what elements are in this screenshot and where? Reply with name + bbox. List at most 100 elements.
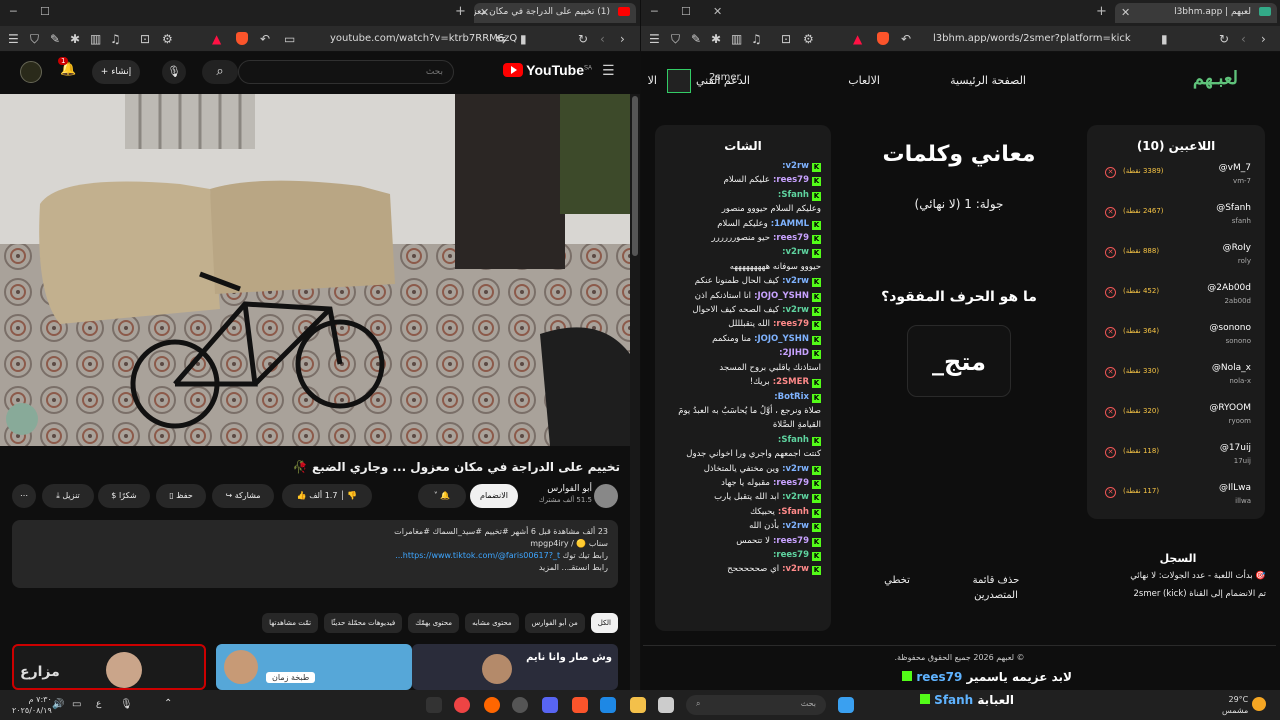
screenshot-icon[interactable]: ⊡ [140, 31, 150, 47]
chip-all[interactable]: الكل [590, 613, 618, 633]
network-icon[interactable]: ▭ [72, 699, 81, 710]
mic-tray-icon[interactable]: 🎙 [120, 699, 133, 710]
menu-icon[interactable]: ☰ [649, 31, 660, 47]
download-button[interactable]: تنزيل ⤓ [42, 484, 94, 508]
recommended-thumbnail[interactable]: مزارع [12, 644, 206, 690]
remove-player-icon[interactable]: ✕ [1105, 207, 1116, 218]
chat-username[interactable]: v2rw: [782, 464, 809, 474]
address-bar[interactable]: l3bhm.app/words/2smer?platform=kick [933, 30, 1131, 48]
player-handle[interactable]: @RoIy [1223, 243, 1251, 253]
youtube-logo[interactable]: YouTubeSA [503, 62, 592, 78]
close-tab-icon[interactable]: ✕ [1121, 6, 1130, 19]
menu-icon[interactable]: ☰ [8, 31, 19, 47]
notify-button[interactable]: 🔔 ˅ [418, 484, 466, 508]
store-icon[interactable] [600, 697, 616, 713]
taskbar-search[interactable]: بحث ⌕ [686, 695, 826, 715]
back-icon[interactable]: ‹ [1241, 31, 1246, 47]
new-tab-icon[interactable]: + [455, 4, 466, 19]
reload-back-icon[interactable]: ↶ [260, 31, 270, 47]
chat-username[interactable]: v2rw: [782, 161, 809, 171]
close-tab-icon[interactable]: ✕ [480, 6, 489, 19]
recommended-thumbnail[interactable]: وش صار وانا نايم [412, 644, 618, 690]
page-scrollbar[interactable] [630, 94, 640, 690]
chat-username[interactable]: rees79: [773, 536, 809, 546]
shield-outline-icon[interactable]: ⛉ [671, 31, 680, 47]
channel-info[interactable]: أبو الفوارس 51.5 ألف مشترك [539, 484, 592, 504]
discord-icon[interactable] [542, 697, 558, 713]
music-icon[interactable]: ♫ [110, 31, 121, 47]
sidebar-icon[interactable]: ▥ [90, 31, 101, 47]
tab-youtube[interactable]: (1) تخييم على الدراجة في مكان معزول ✕ [474, 3, 636, 23]
channel-avatar[interactable] [594, 484, 618, 508]
dislike-icon[interactable]: 👎 [347, 491, 357, 500]
recommended-thumbnail[interactable]: طبخة زمان [216, 644, 412, 690]
chat-username[interactable]: v2rw: [782, 492, 809, 502]
minimize-icon[interactable]: ─ [10, 5, 17, 18]
chat-username[interactable]: rees79: [773, 478, 809, 488]
video-player[interactable] [0, 94, 630, 446]
site-logo[interactable]: لعبـهم [1193, 68, 1238, 89]
player-handle[interactable]: @2Ab00d [1207, 283, 1251, 293]
new-tab-icon[interactable]: + [1096, 4, 1107, 19]
user-avatar[interactable] [667, 69, 691, 93]
windows-start-icon[interactable] [838, 697, 854, 713]
chat-username[interactable]: JOJO_YSHN: [754, 291, 809, 301]
task-view-icon[interactable] [658, 697, 674, 713]
bookmark-icon[interactable]: ▮ [520, 31, 527, 47]
chat-username[interactable]: JOJO_YSHN: [754, 334, 809, 344]
description-more[interactable]: رابط انستقـ... المزيد [22, 562, 608, 574]
chat-username[interactable]: 2SMER: [773, 377, 809, 387]
rewards-icon[interactable]: ▲ [212, 31, 221, 47]
chat-username[interactable]: v2rw: [782, 564, 809, 574]
nav-games[interactable]: الالعاب [848, 74, 880, 87]
remove-player-icon[interactable]: ✕ [1105, 407, 1116, 418]
close-window-icon[interactable]: ✕ [713, 5, 722, 18]
player-handle[interactable]: @sonono [1209, 323, 1251, 333]
thanks-button[interactable]: شكرًا $ [98, 484, 150, 508]
join-button[interactable]: الانضمام [470, 484, 518, 508]
chat-username[interactable]: BotRix: [774, 392, 809, 402]
remove-player-icon[interactable]: ✕ [1105, 367, 1116, 378]
screenshot-icon[interactable]: ⊡ [781, 31, 791, 47]
remove-player-icon[interactable]: ✕ [1105, 327, 1116, 338]
player-handle[interactable]: @Sfanh [1216, 203, 1251, 213]
nav-home[interactable]: الصفحة الرئيسية [950, 74, 1026, 87]
language-indicator[interactable]: ع [96, 699, 101, 709]
sidebar-icon[interactable]: ▥ [731, 31, 742, 47]
remove-player-icon[interactable]: ✕ [1105, 487, 1116, 498]
brave-shield-icon[interactable] [236, 32, 248, 45]
maximize-icon[interactable]: ☐ [40, 5, 50, 18]
extension-icon[interactable]: ⚙ [803, 31, 814, 47]
like-icon[interactable]: 👍 [297, 491, 307, 500]
reload-icon[interactable]: ↻ [1219, 31, 1229, 47]
forward-icon[interactable]: › [620, 31, 625, 47]
remove-player-icon[interactable]: ✕ [1105, 447, 1116, 458]
chat-username[interactable]: v2rw: [782, 247, 809, 257]
share-icon[interactable]: ⇆ [496, 31, 506, 47]
pen-icon[interactable]: ✎ [50, 31, 60, 47]
tab-l3bhm[interactable]: لعبهم | l3bhm.app ✕ [1115, 3, 1277, 23]
firefox-icon[interactable] [484, 697, 500, 713]
rewards-icon[interactable]: ▲ [853, 31, 862, 47]
player-handle[interactable]: @IlLwa [1219, 483, 1251, 493]
address-bar[interactable]: youtube.com/watch?v=ktrb7RRM6zQ [330, 30, 517, 48]
puzzle-icon[interactable]: ✱ [70, 31, 80, 47]
description-box[interactable]: 23 ألف مشاهدة قبل 6 أشهر #تخييم #سيد_الس… [12, 520, 618, 588]
clock[interactable]: ٧:٣٠ م ٢٠٢٥/٠٨/١٩ [12, 694, 52, 716]
more-options-icon[interactable]: ⋯ [12, 484, 36, 508]
username[interactable]: 2smer [709, 72, 741, 83]
share-button[interactable]: مشاركة ↪ [212, 484, 274, 508]
pen-icon[interactable]: ✎ [691, 31, 701, 47]
forward-icon[interactable]: › [1261, 31, 1266, 47]
scrollbar-thumb[interactable] [632, 96, 638, 256]
maximize-icon[interactable]: ☐ [681, 5, 691, 18]
tray-expand-icon[interactable]: ⌃ [164, 698, 172, 709]
chat-username[interactable]: v2rw: [782, 521, 809, 531]
hamburger-icon[interactable]: ☰ [602, 63, 615, 79]
remove-player-icon[interactable]: ✕ [1105, 167, 1116, 178]
chip-related[interactable]: محتوى مشابه [465, 613, 519, 633]
mic-icon[interactable]: 🎙 [162, 60, 186, 84]
nav-more[interactable]: الا [641, 74, 657, 87]
delete-leaderboard-button[interactable]: حذف قائمة المتصدرين [961, 573, 1031, 603]
epic-games-icon[interactable] [426, 697, 442, 713]
